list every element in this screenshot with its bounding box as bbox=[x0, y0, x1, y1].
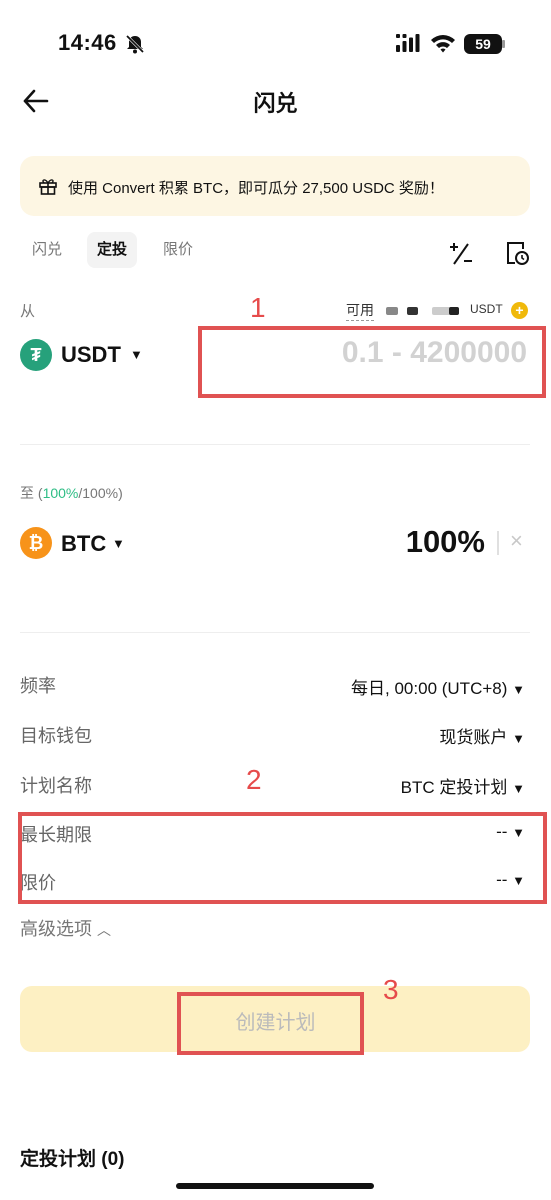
from-coin-name[interactable]: USDT bbox=[61, 342, 121, 368]
tab-recurring[interactable]: 定投 bbox=[87, 232, 138, 268]
add-funds-icon[interactable]: + bbox=[511, 302, 528, 319]
annotation-box-3 bbox=[177, 992, 364, 1055]
masked-balance bbox=[386, 307, 398, 315]
advanced-options-toggle[interactable]: 高级选项 ︿ bbox=[20, 915, 111, 941]
frequency-select[interactable]: 每日, 00:00 (UTC+8) ▼ bbox=[351, 674, 525, 699]
status-time: 14:46 bbox=[58, 30, 117, 55]
page-title: 闪兑 bbox=[253, 91, 298, 116]
gift-icon bbox=[39, 179, 57, 195]
available-label: 可用 bbox=[346, 300, 374, 321]
available-unit: USDT bbox=[470, 302, 503, 316]
chevron-down-icon[interactable]: ▼ bbox=[130, 347, 143, 362]
divider bbox=[20, 444, 530, 445]
frequency-label: 频率 bbox=[20, 676, 56, 696]
chevron-down-icon: ▼ bbox=[512, 682, 525, 697]
frequency-value: 每日, 00:00 (UTC+8) bbox=[351, 679, 508, 698]
btc-coin-icon: ₿ bbox=[20, 527, 52, 559]
tab-limit[interactable]: 限价 bbox=[153, 232, 203, 268]
recurring-plans-header: 定投计划 (0) bbox=[20, 1149, 125, 1170]
tab-convert[interactable]: 闪兑 bbox=[22, 232, 72, 268]
annotation-number-1: 1 bbox=[250, 292, 266, 323]
plan-name-value: BTC 定投计划 bbox=[400, 778, 508, 797]
annotation-number-3: 3 bbox=[383, 974, 399, 1005]
plan-name-select[interactable]: BTC 定投计划 ▼ bbox=[401, 773, 525, 798]
masked-balance bbox=[449, 307, 459, 315]
input-divider bbox=[497, 531, 499, 555]
chevron-down-icon: ▼ bbox=[512, 781, 525, 796]
annotation-box-1 bbox=[198, 326, 546, 398]
to-label-prefix: 至 ( bbox=[20, 485, 43, 501]
battery-tip bbox=[502, 40, 505, 48]
order-history-icon[interactable] bbox=[504, 240, 530, 266]
to-label-percent: 100% bbox=[42, 485, 79, 501]
annotation-box-2 bbox=[18, 812, 547, 904]
target-wallet-select[interactable]: 现货账户 ▼ bbox=[439, 723, 525, 748]
to-label: 至 (100%/100%) bbox=[20, 483, 123, 503]
chevron-up-icon: ︿ bbox=[97, 922, 112, 938]
signal-icon bbox=[396, 34, 420, 52]
to-label-suffix: /100%) bbox=[78, 485, 123, 501]
plan-name-label: 计划名称 bbox=[20, 776, 92, 796]
to-coin-name[interactable]: BTC bbox=[61, 531, 106, 557]
usdt-coin-icon: ₮ bbox=[20, 339, 52, 371]
clear-icon[interactable]: × bbox=[510, 528, 523, 554]
chevron-down-icon: ▼ bbox=[512, 731, 525, 746]
bell-muted-icon bbox=[125, 34, 145, 54]
target-wallet-value: 现货账户 bbox=[439, 728, 508, 747]
masked-balance bbox=[407, 307, 418, 315]
chevron-down-icon[interactable]: ▼ bbox=[112, 536, 125, 551]
to-percent-value[interactable]: 100% bbox=[406, 524, 485, 560]
wifi-icon bbox=[431, 35, 455, 53]
target-wallet-label: 目标钱包 bbox=[20, 726, 92, 746]
from-label: 从 bbox=[20, 303, 36, 320]
divider bbox=[20, 632, 530, 633]
promo-banner-text: 使用 Convert 积累 BTC，即可瓜分 27,500 USDC 奖励！ bbox=[68, 180, 444, 197]
home-indicator[interactable] bbox=[176, 1183, 374, 1189]
advanced-options-label: 高级选项 bbox=[20, 919, 92, 939]
battery-indicator: 59 bbox=[464, 34, 502, 54]
plus-minus-icon[interactable] bbox=[448, 241, 474, 267]
annotation-number-2: 2 bbox=[246, 764, 262, 795]
